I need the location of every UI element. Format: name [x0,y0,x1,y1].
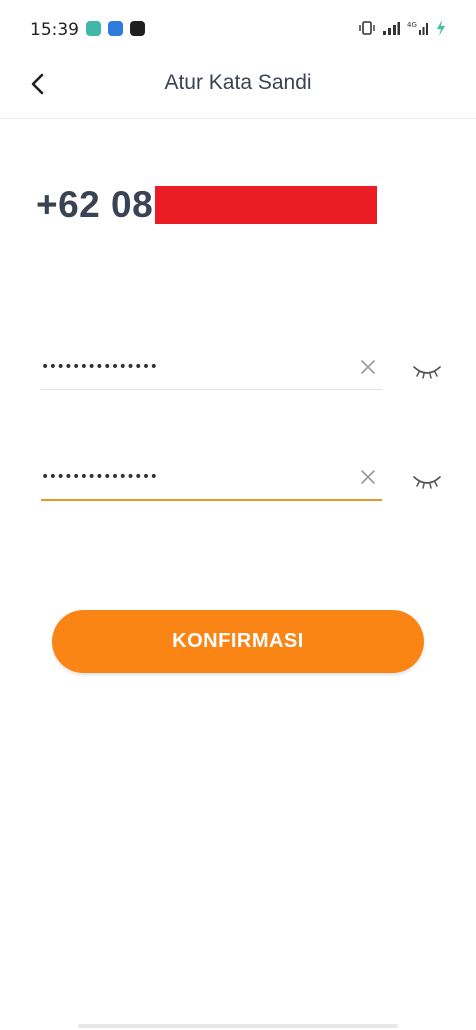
home-indicator[interactable] [78,1024,398,1028]
network-4g-icon: 4G [407,21,428,35]
status-icons: 4G [359,20,446,36]
eye-closed-icon[interactable] [412,362,442,380]
svg-text:4G: 4G [407,21,417,29]
confirm-password-field [41,457,382,501]
phone-prefix: +62 08 [36,184,154,225]
page-title: Atur Kata Sandi [164,71,312,94]
signal-icon [383,22,400,35]
task-app-icon [130,21,145,36]
close-icon[interactable] [358,357,378,377]
messages-app-icon [108,21,123,36]
confirm-password-input[interactable] [41,457,341,497]
password-field [41,347,382,390]
close-icon[interactable] [358,467,378,487]
phone-number: +62 08 [36,184,378,226]
redacted-phone-digits [155,186,378,224]
password-input[interactable] [41,347,341,387]
status-bar: 15:39 4G [0,0,476,60]
battery-charging-icon [437,20,445,36]
chat-app-icon [86,21,101,36]
confirm-button[interactable]: KONFIRMASI [52,610,424,673]
app-bar: Atur Kata Sandi [0,60,476,119]
vibrate-icon [359,21,375,35]
status-time: 15:39 [30,20,79,40]
eye-closed-icon[interactable] [412,472,442,490]
